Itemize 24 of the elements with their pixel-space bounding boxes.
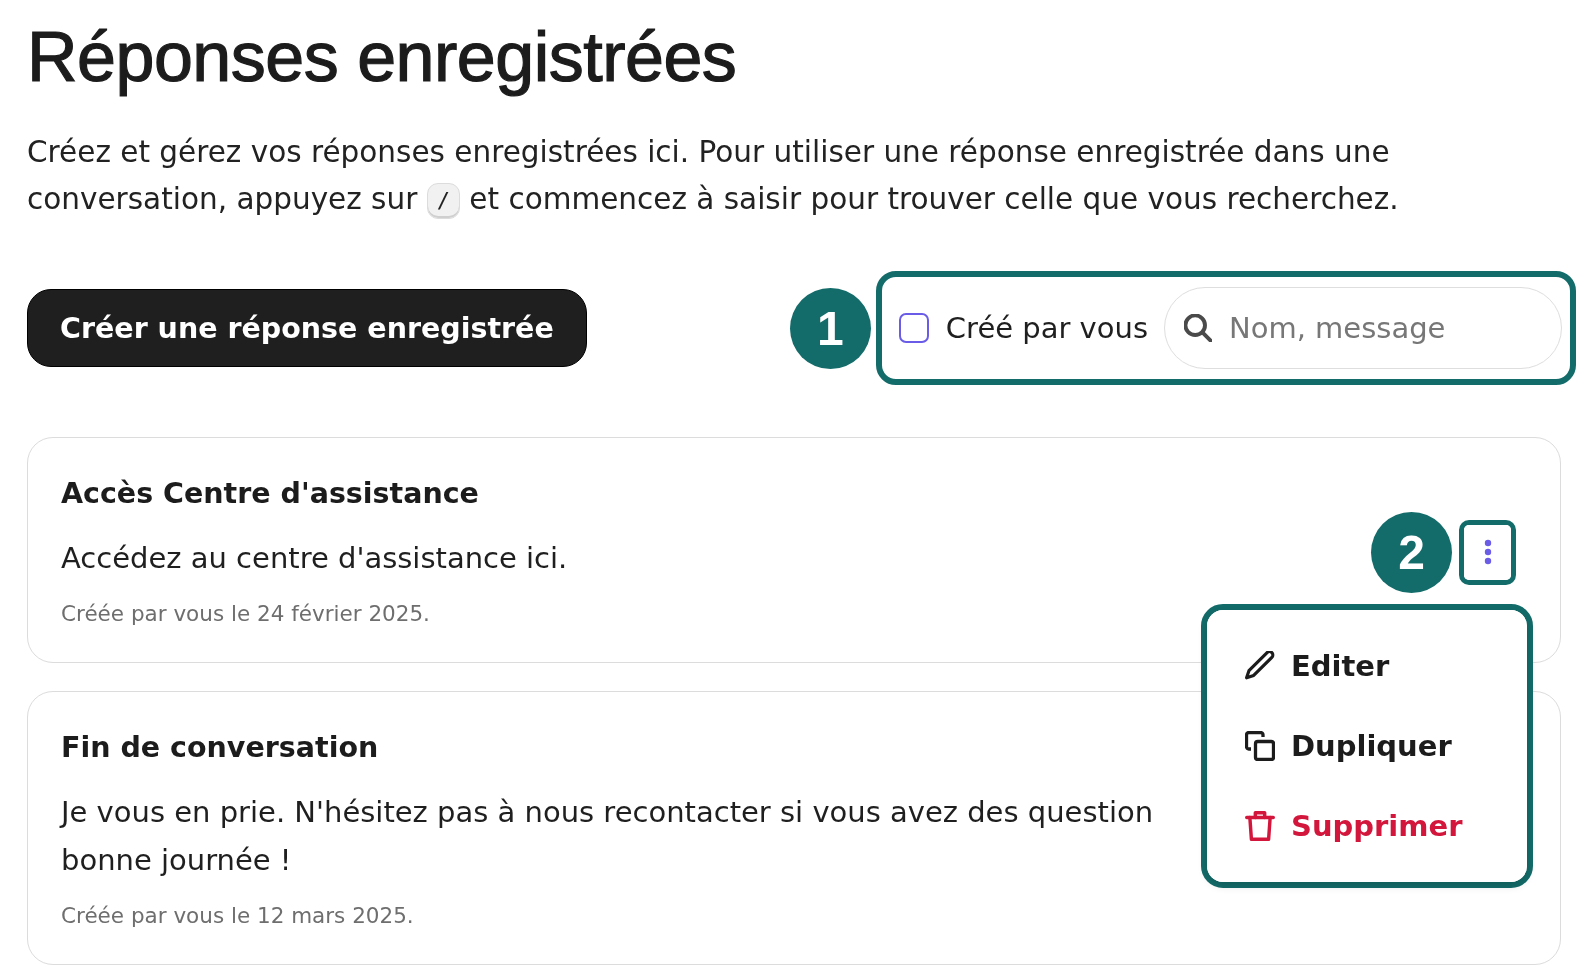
pencil-icon [1245,650,1275,681]
annotation-badge: 2 [1371,511,1452,593]
search-icon [1184,314,1212,342]
checkbox[interactable] [898,313,929,343]
search-field[interactable]: Nom, message [1164,287,1562,369]
page-title: Réponses enregistrées [27,18,737,97]
created-date-text: Créée par vous le 24 février 2025. [61,600,430,628]
more-icon [1483,539,1492,565]
checkbox-label[interactable]: Créé par vous [945,311,1148,345]
message-text: Je vous en prie. N'hésitez pas à nous recontacter si vous avez des question [61,794,1154,831]
copy-icon [1245,730,1275,761]
description-text: Créez et gérez vos réponses enregistrées ici. Pour utiliser une réponse enregistrée dans une conversation, appuyez sur / et commencez à saisir pour trouver celle que vous recherchez. [27,129,1447,223]
response-title: Fin de conversation [61,730,379,766]
menu-item[interactable]: Dupliquer [1207,705,1527,786]
menu-item[interactable]: Supprimer [1207,785,1527,866]
message-text: Accédez au centre d'assistance ici. [61,540,568,577]
created-date-text: Créée par vous le 12 mars 2025. [61,902,414,930]
slash-key: / [426,182,460,219]
annotation-badge: 1 [789,287,871,369]
menu-item[interactable]: Editer [1207,625,1527,706]
response-title: Accès Centre d'assistance [61,476,479,512]
message-text: bonne journée ! [61,842,292,879]
create-response-button[interactable]: Créer une réponse enregistrée [27,289,587,367]
trash-icon [1245,810,1275,841]
